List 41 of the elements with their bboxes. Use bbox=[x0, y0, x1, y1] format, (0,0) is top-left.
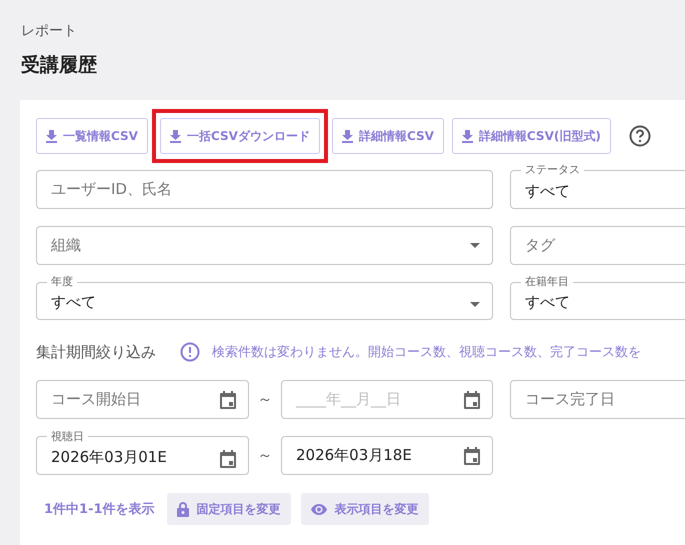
download-icon bbox=[342, 130, 353, 142]
help-icon[interactable] bbox=[628, 125, 651, 147]
period-filter-label: 集計期間絞り込み bbox=[36, 342, 156, 362]
date-field[interactable]: 視聴日 2026年03月01E bbox=[36, 430, 249, 474]
calendar-icon[interactable] bbox=[464, 390, 480, 408]
result-count: 1件中1-1件を表示 bbox=[44, 501, 155, 518]
field-label: 視聴日 bbox=[50, 430, 85, 444]
fixed-columns-button[interactable]: 固定項目を変更 bbox=[166, 493, 291, 525]
date-field[interactable]: 2026年03月18E bbox=[281, 436, 493, 475]
field-label: 年度 bbox=[50, 275, 74, 289]
dropdown-caret-icon bbox=[470, 302, 480, 306]
range-separator: ～ bbox=[256, 390, 274, 409]
field-label: 在籍年目 bbox=[524, 275, 570, 289]
eye-icon bbox=[310, 504, 327, 514]
input-field[interactable]: コース完了日 bbox=[510, 380, 685, 419]
lock-icon bbox=[176, 502, 189, 516]
field-label: ステータス bbox=[524, 163, 581, 177]
download-icon bbox=[462, 130, 473, 142]
csv-download-button[interactable]: 一括CSVダウンロード bbox=[160, 118, 320, 154]
download-icon bbox=[46, 130, 57, 142]
calendar-icon[interactable] bbox=[464, 446, 480, 464]
breadcrumb[interactable]: レポート bbox=[21, 22, 685, 40]
page-title: 受講履歴 bbox=[21, 53, 98, 78]
input-field[interactable]: タグ bbox=[510, 226, 685, 265]
select-field[interactable]: 年度 すべて bbox=[36, 275, 493, 320]
date-field[interactable]: コース開始日 bbox=[36, 380, 249, 419]
csv-download-button[interactable]: 詳細情報CSV(旧型式) bbox=[452, 118, 611, 154]
input-field[interactable]: ユーザーID、氏名 bbox=[36, 170, 493, 209]
csv-download-button[interactable]: 詳細情報CSV bbox=[332, 118, 444, 154]
notice-text: 検索件数は変わりません。開始コース数、視聴コース数、完了コース数を bbox=[212, 344, 641, 361]
dropdown-caret-icon bbox=[470, 243, 480, 248]
csv-download-button[interactable]: 一覧情報CSV bbox=[36, 118, 148, 154]
select-field[interactable]: ステータス すべて bbox=[510, 163, 685, 209]
info-icon bbox=[180, 342, 200, 362]
display-columns-button[interactable]: 表示項目を変更 bbox=[300, 493, 429, 525]
calendar-icon[interactable] bbox=[220, 450, 236, 468]
select-field[interactable]: 在籍年目 すべて bbox=[510, 275, 685, 320]
download-icon bbox=[170, 130, 181, 142]
range-separator: ～ bbox=[256, 446, 274, 465]
select-field[interactable]: 組織 bbox=[36, 226, 493, 265]
calendar-icon[interactable] bbox=[220, 390, 236, 408]
